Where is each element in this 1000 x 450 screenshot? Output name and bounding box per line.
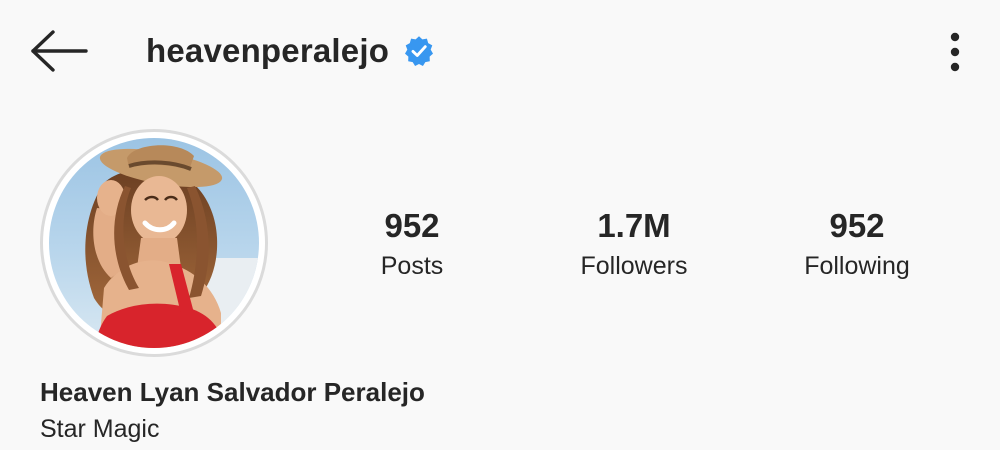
profile-full-name: Heaven Lyan Salvador Peralejo [40, 377, 425, 407]
followers-stat[interactable]: 1.7M Followers [549, 205, 719, 285]
profile-header: heavenperalejo [0, 0, 1000, 100]
username: heavenperalejo [146, 32, 390, 69]
following-count: 952 [829, 207, 885, 244]
more-options-button[interactable] [930, 24, 980, 80]
posts-count: 952 [384, 207, 440, 244]
following-stat[interactable]: 952 Following [772, 205, 942, 285]
followers-count: 1.7M [597, 207, 671, 244]
posts-stat[interactable]: 952 Posts [327, 205, 497, 285]
posts-label: Posts [380, 252, 444, 280]
more-vertical-icon [950, 32, 960, 72]
back-arrow-icon [31, 30, 88, 72]
profile-photo [49, 138, 259, 348]
username-row: heavenperalejo [146, 26, 435, 76]
avatar[interactable] [40, 129, 268, 357]
followers-label: Followers [580, 252, 688, 280]
back-button[interactable] [24, 22, 94, 80]
profile-category: Star Magic [40, 415, 160, 443]
verified-badge-icon [405, 36, 434, 67]
following-label: Following [804, 252, 910, 280]
